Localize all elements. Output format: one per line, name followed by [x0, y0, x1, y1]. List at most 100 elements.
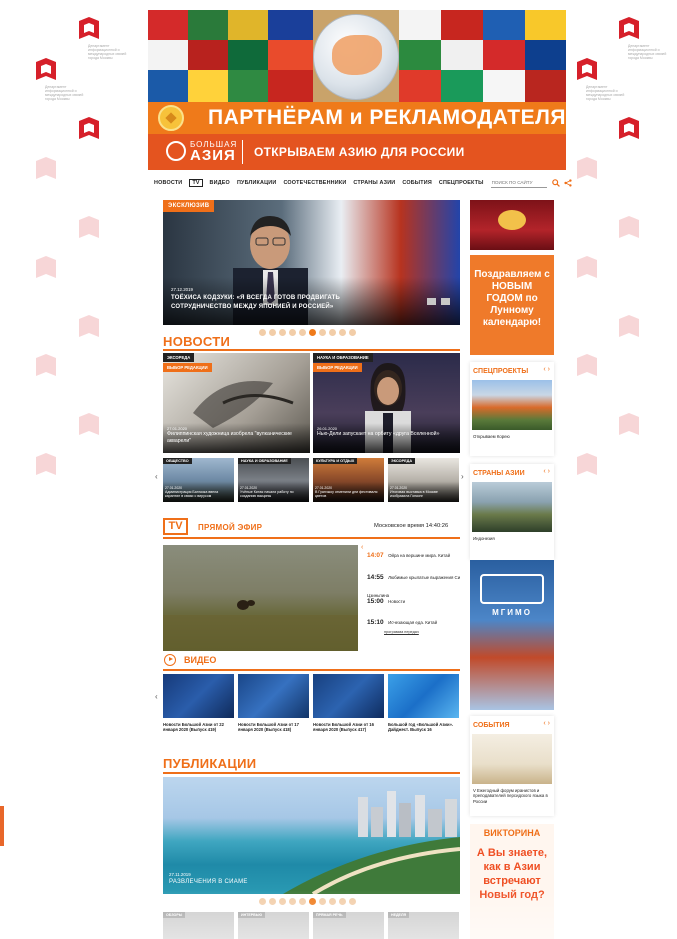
nav-asian-countries[interactable]: СТРАНЫ АЗИИ: [353, 180, 395, 186]
video-player[interactable]: [163, 545, 358, 651]
partners-banner[interactable]: ПАРТНЁРАМ и РЕКЛАМОДАТЕЛЯМ БОЛЬШАЯ АЗИЯ …: [148, 10, 566, 170]
video-card[interactable]: Новости Большой Азии от 16 января 2020 (…: [313, 674, 384, 732]
news-title[interactable]: Администрация Бангкока ввела карантин в …: [165, 490, 233, 498]
news-heading[interactable]: НОВОСТИ: [163, 334, 230, 349]
pagination-dot[interactable]: [339, 329, 346, 336]
news-card-big[interactable]: ЭКСОРЕДА ВЫБОР РЕДАКЦИИ 27.01.2020 Филип…: [163, 353, 310, 453]
pagination-dot[interactable]: [299, 898, 306, 905]
publication-card-small[interactable]: ПРЯМАЯ РЕЧЬ: [313, 912, 384, 939]
publication-card-small[interactable]: ОБЗОРЫ: [163, 912, 234, 939]
news-title[interactable]: Нью-Дели запускает на орбиту «друга Всел…: [317, 431, 455, 438]
schedule-item[interactable]: ‹ 14:07 Ойра на вершине мира. Китай: [361, 544, 462, 562]
video-card[interactable]: Новости Большой Азии от 17 января 2020 (…: [238, 674, 309, 732]
schedule-item[interactable]: 15:10 Исчезающая еда. Китай: [367, 611, 462, 629]
video-caption[interactable]: Новости Большой Азии от 22 января 2020 (…: [163, 722, 234, 732]
news-title[interactable]: В Гуанчжоу отменили дни фестиваля цветов: [315, 490, 383, 498]
pagination-dot[interactable]: [319, 898, 326, 905]
publication-category: ОБЗОРЫ: [163, 912, 186, 918]
publication-card-small[interactable]: ИНТЕРВЬЮ: [238, 912, 309, 939]
hero-title[interactable]: ТОЁХИСА КОДЗУКИ: «Я ВСЕГДА ГОТОВ ПРОДВИГ…: [171, 294, 371, 312]
news-next-arrow[interactable]: ›: [461, 472, 464, 481]
pagination-dot[interactable]: [259, 898, 266, 905]
widget-caption[interactable]: Открываем Корею: [473, 434, 551, 439]
pagination-dot[interactable]: [269, 329, 276, 336]
lunar-new-year-ad[interactable]: [470, 200, 554, 250]
pagination-dot[interactable]: [319, 329, 326, 336]
widget-arrows[interactable]: ‹ ›: [543, 720, 550, 727]
publication-category: НЕДЕЛЯ: [388, 912, 410, 918]
pagination-dot[interactable]: [289, 898, 296, 905]
dept-caption: Департамент информационной и международн…: [628, 44, 667, 60]
quiz-ad[interactable]: ВИКТОРИНА А Вы знаете, как в Азии встреч…: [470, 824, 554, 939]
pagination-dot[interactable]: [339, 898, 346, 905]
news-card-small[interactable]: НАУКА И ОБРАЗОВАНИЕ 27.01.2020 Учёные Ки…: [238, 458, 309, 502]
events-widget[interactable]: СОБЫТИЯ ‹ › V Ежегодный форум иранистов …: [470, 716, 554, 816]
news-card-small[interactable]: КУЛЬТУРА И ОТДЫХ 27.01.2020 В Гуанчжоу о…: [313, 458, 384, 502]
video-card[interactable]: Большой год «Большой Азии». Дайджест. Вы…: [388, 674, 459, 732]
news-category: НАУКА И ОБРАЗОВАНИЕ: [313, 353, 373, 362]
news-title[interactable]: Учёные Китая начали работу по созданию в…: [240, 490, 308, 498]
video-heading[interactable]: ВИДЕО: [184, 655, 216, 665]
video-caption[interactable]: Новости Большой Азии от 16 января 2020 (…: [313, 722, 384, 732]
partners-text: ПАРТНЁРАМ и РЕКЛАМОДАТЕЛЯМ: [208, 106, 566, 129]
publication-card-small[interactable]: НЕДЕЛЯ: [388, 912, 459, 939]
asian-countries-heading[interactable]: СТРАНЫ АЗИИ: [473, 470, 525, 477]
nav-publications[interactable]: ПУБЛИКАЦИИ: [237, 180, 277, 186]
play-icon[interactable]: [164, 654, 176, 666]
asian-countries-widget[interactable]: СТРАНЫ АЗИИ ‹ › Индонезия: [470, 464, 554, 560]
slogan: ОТКРЫВАЕМ АЗИЮ ДЛЯ РОССИИ: [254, 145, 465, 159]
pagination-dot[interactable]: [349, 898, 356, 905]
news-card-big[interactable]: НАУКА И ОБРАЗОВАНИЕ ВЫБОР РЕДАКЦИИ 26.01…: [313, 353, 460, 453]
widget-caption[interactable]: Индонезия: [473, 536, 551, 541]
exclusive-slider[interactable]: ЭКСКЛЮЗИВ 27.12.2019 ТОЁХИСА КОДЗУКИ: «Я…: [163, 200, 460, 325]
publications-heading[interactable]: ПУБЛИКАЦИИ: [163, 756, 256, 771]
news-title[interactable]: Итоговая выставка в Москве изобразила Го…: [390, 490, 458, 498]
pagination-dot[interactable]: [259, 329, 266, 336]
pagination-dot[interactable]: [279, 329, 286, 336]
widget-image: [472, 734, 552, 784]
chevron-left-icon[interactable]: ‹: [361, 544, 363, 551]
pagination-dot[interactable]: [299, 329, 306, 336]
tv-logo[interactable]: TV: [163, 518, 188, 535]
pagination-dot-active[interactable]: [309, 329, 316, 336]
pagination-dot[interactable]: [279, 898, 286, 905]
nav-tv[interactable]: TV: [189, 179, 203, 187]
pagination-dot[interactable]: [329, 898, 336, 905]
pagination-dot-active[interactable]: [309, 898, 316, 905]
video-caption[interactable]: Большой год «Большой Азии». Дайджест. Вы…: [388, 722, 459, 732]
program-link[interactable]: программа передач: [384, 630, 419, 634]
publication-slider[interactable]: 27.11.2019 РАЗВЛЕЧЕНИЯ В СИАМЕ: [163, 777, 460, 894]
search-input[interactable]: [490, 178, 547, 188]
special-projects-heading[interactable]: СПЕЦПРОЕКТЫ: [473, 368, 528, 375]
search-icon[interactable]: [551, 174, 560, 192]
widget-caption[interactable]: V Ежегодный форум иранистов и преподават…: [473, 788, 551, 804]
events-heading[interactable]: СОБЫТИЯ: [473, 722, 510, 729]
nav-compatriots[interactable]: СООТЕЧЕСТВЕННИКИ: [283, 180, 346, 186]
beach-image: [283, 791, 460, 894]
video-prev-arrow[interactable]: ‹: [155, 692, 158, 701]
widget-arrows[interactable]: ‹ ›: [543, 468, 550, 475]
news-prev-arrow[interactable]: ‹: [155, 472, 158, 481]
special-projects-widget[interactable]: СПЕЦПРОЕКТЫ ‹ › Открываем Корею: [470, 362, 554, 456]
pagination-dot[interactable]: [349, 329, 356, 336]
news-card-small[interactable]: ЭКСОРЕДА 27.01.2020 Итоговая выставка в …: [388, 458, 459, 502]
mgimo-ad[interactable]: МГИМО: [470, 560, 554, 710]
share-icon[interactable]: [564, 174, 572, 192]
pagination-dot[interactable]: [329, 329, 336, 336]
pagination-dot[interactable]: [269, 898, 276, 905]
live-heading[interactable]: ПРЯМОЙ ЭФИР: [198, 523, 262, 532]
news-card-small[interactable]: ОБЩЕСТВО 27.01.2020 Администрация Бангко…: [163, 458, 234, 502]
schedule-item[interactable]: 15:00 Новости: [367, 590, 462, 608]
nav-events[interactable]: СОБЫТИЯ: [402, 180, 432, 186]
nav-special-projects[interactable]: СПЕЦПРОЕКТЫ: [439, 180, 484, 186]
side-feedback-tab[interactable]: [0, 806, 4, 846]
new-year-greeting-ad[interactable]: Поздравляем с НОВЫМ ГОДОМ по Лунному кал…: [470, 255, 554, 355]
video-card[interactable]: Новости Большой Азии от 22 января 2020 (…: [163, 674, 234, 732]
publication-title[interactable]: РАЗВЛЕЧЕНИЯ В СИАМЕ: [169, 879, 248, 885]
news-title[interactable]: Филиппинская художница изобрела "вулкани…: [167, 431, 305, 444]
nav-video[interactable]: ВИДЕО: [210, 180, 230, 186]
widget-arrows[interactable]: ‹ ›: [543, 366, 550, 373]
video-caption[interactable]: Новости Большой Азии от 17 января 2020 (…: [238, 722, 309, 732]
nav-news[interactable]: НОВОСТИ: [154, 180, 182, 186]
pagination-dot[interactable]: [289, 329, 296, 336]
